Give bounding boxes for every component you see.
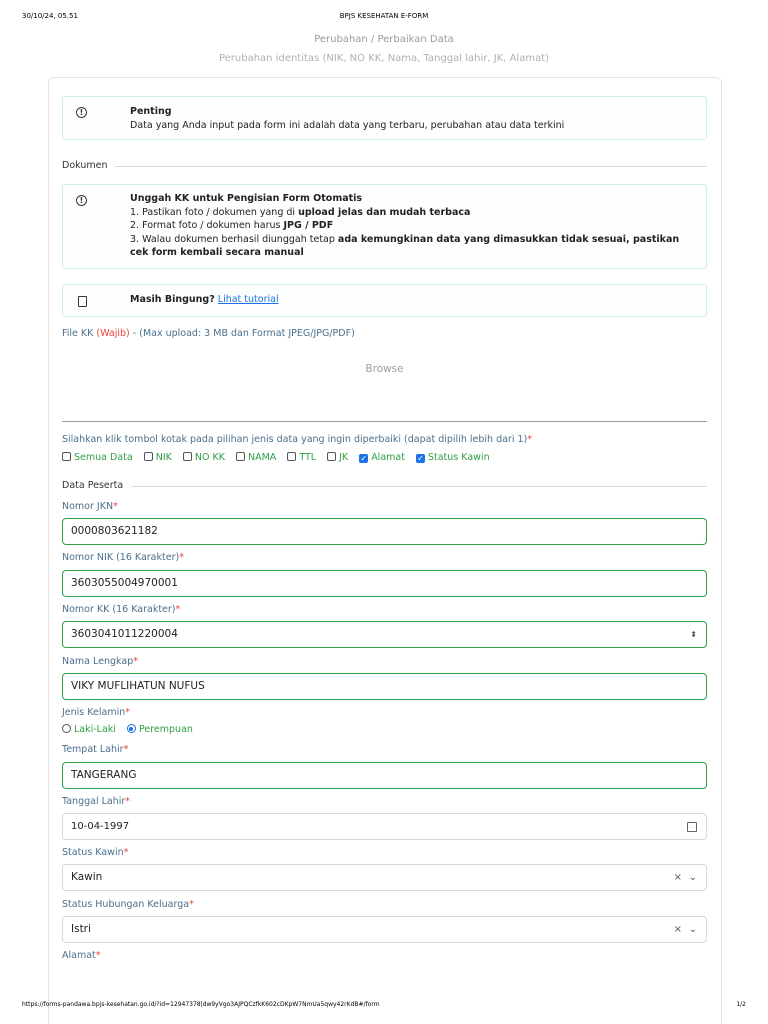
- print-footer: https://forms-pandawa.bpjs-kesehatan.go.…: [0, 1001, 768, 1011]
- status-kawin-value: Kawin: [71, 871, 103, 883]
- required-note: (Wajib): [96, 328, 130, 339]
- alert-unggah-title: Unggah KK untuk Pengisian Form Otomatis: [130, 193, 363, 204]
- checkbox-box[interactable]: [182, 452, 192, 461]
- alamat-label: Alamat*: [62, 950, 101, 961]
- status-kawin-select[interactable]: Kawin × ⌄: [62, 864, 707, 891]
- hubungan-label: Status Hubungan Keluarga*: [62, 899, 194, 910]
- number-stepper-icon[interactable]: ⬍: [690, 622, 697, 647]
- print-page-number: 1/2: [736, 1001, 746, 1008]
- info-icon: !: [76, 195, 87, 206]
- page-title-part2: Perbaikan Data: [377, 34, 454, 45]
- alert-penting-body: Data yang Anda input pada form ini adala…: [130, 119, 565, 131]
- file-kk-label: File KK (Wajib) - (Max upload: 3 MB dan …: [62, 328, 355, 339]
- nama-input[interactable]: VIKY MUFLIHATUN NUFUS: [62, 673, 707, 700]
- checkbox-box[interactable]: [62, 452, 71, 461]
- chevron-down-icon[interactable]: ⌄: [689, 917, 697, 942]
- checkbox-ttl[interactable]: TTL: [287, 452, 316, 463]
- tempat-lahir-label: Tempat Lahir*: [62, 744, 129, 755]
- calendar-icon[interactable]: [687, 822, 697, 832]
- status-kawin-label: Status Kawin*: [62, 847, 129, 858]
- tempat-lahir-input[interactable]: TANGERANG: [62, 762, 707, 789]
- pilihan-instruction: Silahkan klik tombol kotak pada pilihan …: [62, 434, 532, 445]
- alert-unggah-line2: 2. Format foto / dokumen harus JPG / PDF: [130, 220, 334, 231]
- nama-label: Nama Lengkap*: [62, 656, 138, 667]
- checkbox-semua-data[interactable]: Semua Data: [62, 452, 133, 463]
- hubungan-select[interactable]: Istri × ⌄: [62, 916, 707, 943]
- kk-value: 3603041011220004: [71, 628, 178, 640]
- alert-penting-title: Penting: [130, 106, 172, 117]
- alert-tutorial: Masih Bingung? Lihat tutorial: [62, 284, 707, 317]
- tanggal-lahir-label: Tanggal Lahir*: [62, 796, 131, 807]
- hubungan-value: Istri: [71, 923, 91, 935]
- alert-tutorial-text: Masih Bingung?: [130, 294, 215, 305]
- radio-perempuan[interactable]: Perempuan: [126, 724, 193, 735]
- tutorial-link[interactable]: Lihat tutorial: [218, 294, 279, 305]
- checkbox-box[interactable]: [143, 452, 153, 461]
- jkn-label: Nomor JKN*: [62, 501, 118, 512]
- checkbox-nama[interactable]: NAMA: [236, 452, 276, 463]
- checkbox-nik[interactable]: NIK: [143, 452, 172, 463]
- alert-unggah-line3: 3. Walau dokumen berhasil diunggah tetap…: [130, 233, 680, 259]
- tanggal-lahir-input[interactable]: 10-04-1997: [62, 813, 707, 840]
- file-kk-hint: - (Max upload: 3 MB dan Format JPEG/JPG/…: [132, 328, 355, 339]
- section-dokumen-label: Dokumen: [62, 160, 116, 171]
- upload-dropzone-line: [62, 421, 707, 422]
- page-title-part1: Perubahan /: [314, 34, 375, 45]
- chevron-down-icon[interactable]: ⌄: [689, 865, 697, 890]
- radio-circle-selected[interactable]: [126, 724, 136, 733]
- clear-icon[interactable]: ×: [674, 917, 682, 942]
- page-title: Perubahan / Perbaikan Data: [0, 34, 768, 45]
- kk-input[interactable]: 3603041011220004 ⬍: [62, 621, 707, 648]
- nik-label: Nomor NIK (16 Karakter)*: [62, 552, 184, 563]
- check-icon[interactable]: ✓: [415, 454, 425, 463]
- checkbox-no-kk[interactable]: NO KK: [182, 452, 225, 463]
- section-divider: [62, 166, 707, 167]
- checkbox-alamat[interactable]: ✓ Alamat: [359, 452, 405, 463]
- page-subtitle: Perubahan identitas (NIK, NO KK, Nama, T…: [218, 53, 550, 64]
- jkn-input[interactable]: 0000803621182: [62, 518, 707, 545]
- clear-icon[interactable]: ×: [674, 865, 682, 890]
- print-header: 30/10/24, 05.51 BPJS KESEHATAN E-FORM: [0, 12, 768, 24]
- nik-input[interactable]: 3603055004970001: [62, 570, 707, 597]
- book-icon: [78, 296, 87, 307]
- data-type-checkboxes: Semua Data NIK NO KK NAMA TTL JK ✓ Alamat…: [62, 452, 498, 463]
- radio-circle[interactable]: [62, 724, 71, 733]
- print-title: BPJS KESEHATAN E-FORM: [339, 12, 429, 20]
- check-icon[interactable]: ✓: [359, 454, 369, 463]
- info-icon: !: [76, 107, 87, 118]
- alert-unggah-line1: 1. Pastikan foto / dokumen yang di uploa…: [130, 206, 471, 218]
- jk-label: Jenis Kelamin*: [62, 707, 131, 718]
- section-dokumen: Dokumen: [62, 160, 707, 172]
- section-data-peserta: Data Peserta: [62, 480, 707, 492]
- checkbox-jk[interactable]: JK: [327, 452, 348, 463]
- browse-button[interactable]: Browse: [62, 363, 707, 375]
- alert-unggah: ! Unggah KK untuk Pengisian Form Otomati…: [62, 184, 707, 269]
- checkbox-box[interactable]: [327, 452, 337, 461]
- checkbox-status-kawin[interactable]: ✓ Status Kawin: [415, 452, 490, 463]
- jk-radio-group: Laki-Laki Perempuan: [62, 724, 201, 735]
- section-divider: [132, 486, 707, 487]
- tanggal-lahir-value: 10-04-1997: [71, 821, 130, 832]
- checkbox-box[interactable]: [287, 452, 297, 461]
- radio-laki-laki[interactable]: Laki-Laki: [62, 724, 116, 735]
- print-url: https://forms-pandawa.bpjs-kesehatan.go.…: [22, 1001, 380, 1008]
- checkbox-box[interactable]: [236, 452, 245, 461]
- kk-label: Nomor KK (16 Karakter)*: [62, 604, 181, 615]
- section-peserta-label: Data Peserta: [62, 480, 132, 491]
- alert-penting: ! Penting Data yang Anda input pada form…: [62, 96, 707, 140]
